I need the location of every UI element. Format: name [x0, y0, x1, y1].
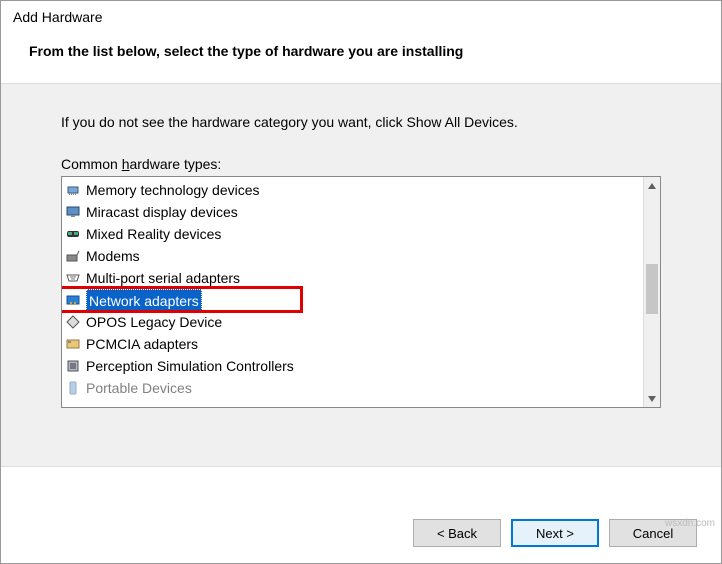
- list-item-network-adapters[interactable]: Network adapters: [62, 289, 643, 311]
- list-item-label: Memory technology devices: [86, 182, 260, 198]
- opos-icon: [64, 313, 82, 331]
- list-item-mixed-reality[interactable]: Mixed Reality devices: [62, 223, 643, 245]
- serial-port-icon: [64, 269, 82, 287]
- listbox-client: Memory technology devices Miracast displ…: [62, 177, 643, 407]
- add-hardware-wizard-window: Add Hardware From the list below, select…: [0, 0, 722, 564]
- list-item-portable-devices[interactable]: Portable Devices: [62, 377, 643, 399]
- list-item-label: Mixed Reality devices: [86, 226, 221, 242]
- list-item-miracast[interactable]: Miracast display devices: [62, 201, 643, 223]
- wizard-footer: < Back Next > Cancel: [1, 503, 721, 563]
- modem-icon: [64, 247, 82, 265]
- scroll-down-button[interactable]: [644, 390, 660, 407]
- network-adapter-icon: [64, 291, 82, 309]
- list-item-label: Modems: [86, 248, 140, 264]
- scroll-thumb[interactable]: [646, 264, 658, 314]
- back-button[interactable]: < Back: [413, 519, 501, 547]
- perception-icon: [64, 357, 82, 375]
- wizard-instruction: From the list below, select the type of …: [1, 33, 721, 83]
- list-item-label: OPOS Legacy Device: [86, 314, 222, 330]
- list-item-label: Perception Simulation Controllers: [86, 358, 294, 374]
- hardware-types-listbox[interactable]: Memory technology devices Miracast displ…: [61, 176, 661, 408]
- window-title: Add Hardware: [1, 1, 721, 33]
- wizard-body: If you do not see the hardware category …: [1, 83, 721, 467]
- list-item-label: Multi-port serial adapters: [86, 270, 240, 286]
- list-label-pre: Common: [61, 156, 122, 172]
- chevron-up-icon: [648, 183, 656, 189]
- list-item-label: Portable Devices: [86, 380, 192, 396]
- headset-icon: [64, 225, 82, 243]
- scroll-track[interactable]: [644, 194, 660, 390]
- list-item-label: Network adapters: [86, 289, 202, 311]
- next-button[interactable]: Next >: [511, 519, 599, 547]
- list-item-perception-sim[interactable]: Perception Simulation Controllers: [62, 355, 643, 377]
- list-item-opos-legacy[interactable]: OPOS Legacy Device: [62, 311, 643, 333]
- portable-device-icon: [64, 379, 82, 397]
- listbox-scrollbar[interactable]: [643, 177, 660, 407]
- list-item-memory-technology[interactable]: Memory technology devices: [62, 179, 643, 201]
- chip-icon: [64, 181, 82, 199]
- scroll-up-button[interactable]: [644, 177, 660, 194]
- list-item-pcmcia[interactable]: PCMCIA adapters: [62, 333, 643, 355]
- hint-text: If you do not see the hardware category …: [61, 114, 661, 130]
- list-item-label: Miracast display devices: [86, 204, 238, 220]
- chevron-down-icon: [648, 396, 656, 402]
- list-item-multi-port-serial[interactable]: Multi-port serial adapters: [62, 267, 643, 289]
- pcmcia-icon: [64, 335, 82, 353]
- list-label-post: ardware types:: [129, 156, 221, 172]
- source-watermark: wsxdn.com: [665, 518, 715, 529]
- display-icon: [64, 203, 82, 221]
- list-item-modems[interactable]: Modems: [62, 245, 643, 267]
- list-label: Common hardware types:: [61, 156, 661, 172]
- list-item-label: PCMCIA adapters: [86, 336, 198, 352]
